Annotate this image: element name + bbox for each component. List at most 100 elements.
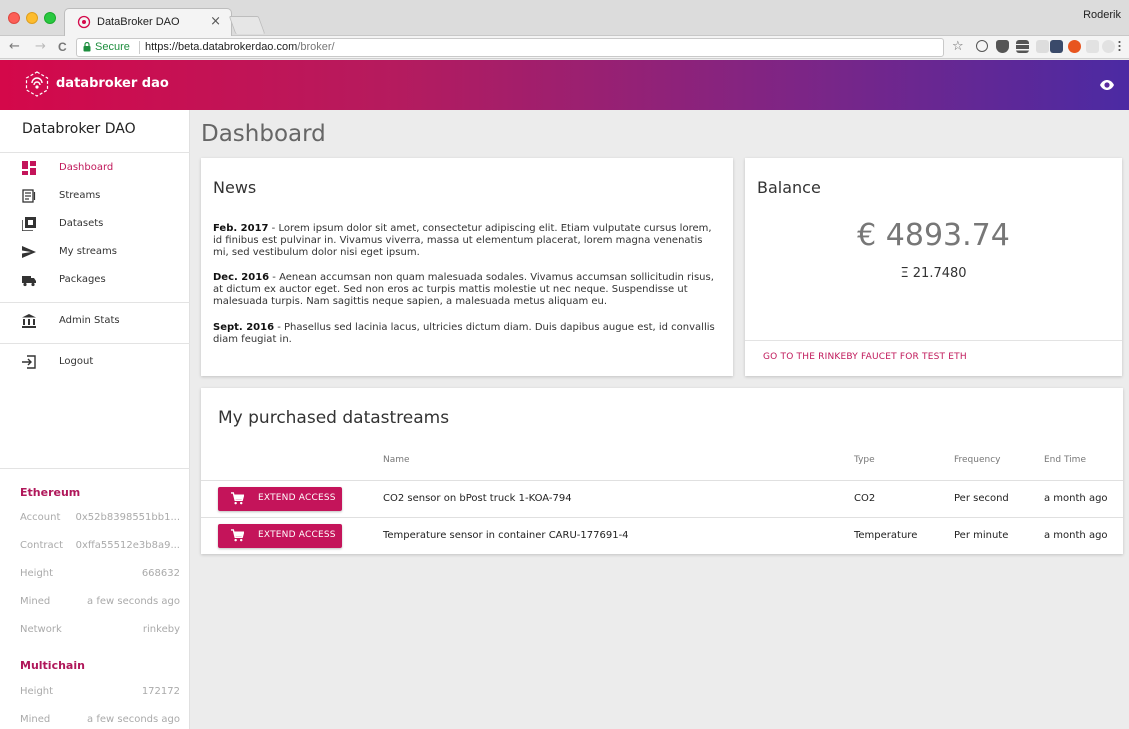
send-icon <box>22 246 36 258</box>
ethereum-heading: Ethereum <box>20 486 81 499</box>
news-date: Dec. 2016 <box>213 272 270 283</box>
news-date: Feb. 2017 <box>213 223 269 234</box>
eye-icon[interactable] <box>1099 77 1115 93</box>
sidebar-item-dashboard[interactable]: Dashboard <box>0 156 190 182</box>
sidebar-item-label: Dashboard <box>59 162 114 173</box>
databroker-favicon-icon <box>77 15 91 29</box>
close-window-button[interactable] <box>8 12 20 24</box>
qr-extension-icon[interactable] <box>1050 40 1063 53</box>
minimize-window-button[interactable] <box>26 12 38 24</box>
news-text: - Aenean accumsan non quam malesuada sod… <box>213 272 714 307</box>
url-text: https://beta.databrokerdao.com/broker/ <box>145 41 335 53</box>
column-header-end-time[interactable]: End Time <box>1044 455 1086 465</box>
maximize-window-button[interactable] <box>44 12 56 24</box>
profile-name[interactable]: Roderik <box>1083 9 1121 21</box>
secure-label: Secure <box>95 41 130 53</box>
sidebar-item-label: Logout <box>59 356 94 367</box>
sidebar-item-label: Admin Stats <box>59 315 120 326</box>
ghost-extension-icon[interactable] <box>1036 40 1049 53</box>
balance-title: Balance <box>757 178 821 197</box>
kv-key: Network <box>20 624 62 635</box>
app-header: databroker dao <box>0 60 1129 110</box>
browser-tab[interactable]: DataBroker DAO × <box>64 8 232 36</box>
sidebar-item-packages[interactable]: Packages <box>0 268 190 294</box>
streams-icon <box>22 189 36 203</box>
bookmark-star-icon[interactable]: ☆ <box>952 39 964 55</box>
multichain-heading: Multichain <box>20 659 85 672</box>
news-item: Feb. 2017 - Lorem ipsum dolor sit amet, … <box>213 223 719 259</box>
extend-access-label: EXTEND ACCESS <box>258 530 336 540</box>
logout-icon <box>22 355 36 369</box>
url-path: /broker/ <box>297 41 335 53</box>
purchased-title: My purchased datastreams <box>218 408 450 428</box>
truck-icon <box>22 276 36 287</box>
reload-button[interactable]: C <box>58 39 67 55</box>
menu-kebab-icon[interactable] <box>1118 40 1121 53</box>
sidebar-item-logout[interactable]: Logout <box>0 350 190 376</box>
p-extension-icon[interactable] <box>1068 40 1081 53</box>
sidebar-item-datasets[interactable]: Datasets <box>0 212 190 238</box>
browser-tab-bar: DataBroker DAO × Roderik <box>0 0 1129 36</box>
sidebar-divider <box>0 152 190 153</box>
triangle-extension-icon[interactable] <box>1086 40 1099 53</box>
drop-extension-icon[interactable] <box>1102 40 1115 53</box>
stream-name: CO2 sensor on bPost truck 1-KOA-794 <box>383 493 572 504</box>
extend-access-button[interactable]: EXTEND ACCESS <box>218 524 342 548</box>
pocket-extension-icon[interactable] <box>996 40 1009 53</box>
back-button[interactable]: ← <box>9 39 20 55</box>
column-header-name[interactable]: Name <box>383 455 410 465</box>
sidebar-item-my-streams[interactable]: My streams <box>0 240 190 266</box>
sidebar-item-streams[interactable]: Streams <box>0 184 190 210</box>
extend-access-button[interactable]: EXTEND ACCESS <box>218 487 342 511</box>
news-text: - Phasellus sed lacinia lacus, ultricies… <box>213 322 715 345</box>
datasets-icon <box>22 217 36 231</box>
sidebar: Databroker DAO Dashboard Streams Dataset… <box>0 110 190 729</box>
extension-info-icon[interactable] <box>976 40 988 52</box>
url-host: https://beta.databrokerdao.com <box>145 41 298 53</box>
sidebar-item-label: Streams <box>59 190 101 201</box>
address-bar[interactable]: Secure https://beta.databrokerdao.com/br… <box>76 38 944 57</box>
kv-key: Mined <box>20 714 51 725</box>
table-row: EXTEND ACCESS Temperature sensor in cont… <box>201 517 1123 554</box>
kv-value: a few seconds ago <box>87 714 180 725</box>
sidebar-divider <box>0 302 190 303</box>
ethereum-network-row: Network rinkeby <box>20 621 180 641</box>
news-item: Dec. 2016 - Aenean accumsan non quam mal… <box>213 272 719 308</box>
forward-button[interactable]: → <box>35 39 46 55</box>
url-separator <box>139 41 140 54</box>
column-header-type[interactable]: Type <box>854 455 875 465</box>
ethereum-mined-row: Mined a few seconds ago <box>20 593 180 613</box>
browser-toolbar: ← → C Secure https://beta.databrokerdao.… <box>0 36 1129 59</box>
databroker-logo-icon[interactable] <box>24 71 50 97</box>
news-title: News <box>213 178 257 197</box>
brand-name[interactable]: databroker dao <box>56 76 169 91</box>
rinkeby-faucet-link[interactable]: GO TO THE RINKEBY FAUCET FOR TEST ETH <box>763 352 967 362</box>
sidebar-item-label: Packages <box>59 274 106 285</box>
stack-extension-icon[interactable] <box>1016 40 1029 53</box>
balance-eur: € 4893.74 <box>857 218 1010 253</box>
ethereum-account-row: Account 0x52b8398551bb1... <box>20 509 180 529</box>
cart-icon <box>231 529 244 542</box>
stream-name: Temperature sensor in container CARU-177… <box>383 530 629 541</box>
news-text: - Lorem ipsum dolor sit amet, consectetu… <box>213 223 712 258</box>
tab-title: DataBroker DAO <box>97 16 180 28</box>
kv-value: 0xffa55512e3b8a9... <box>75 540 180 551</box>
kv-value: rinkeby <box>142 624 180 635</box>
tab-close-icon[interactable]: × <box>210 14 221 29</box>
stream-end-time: a month ago <box>1044 493 1108 504</box>
stream-type: CO2 <box>854 493 876 504</box>
new-tab-button[interactable] <box>228 16 266 34</box>
table-row: EXTEND ACCESS CO2 sensor on bPost truck … <box>201 480 1123 517</box>
sidebar-title: Databroker DAO <box>22 121 136 137</box>
sidebar-divider <box>0 343 190 344</box>
column-header-frequency[interactable]: Frequency <box>954 455 1001 465</box>
kv-value: a few seconds ago <box>87 596 180 607</box>
kv-value: 668632 <box>141 568 180 579</box>
news-item: Sept. 2016 - Phasellus sed lacinia lacus… <box>213 322 719 346</box>
multichain-height-row: Height 172172 <box>20 683 180 703</box>
sidebar-item-admin-stats[interactable]: Admin Stats <box>0 309 190 335</box>
kv-value: 0x52b8398551bb1... <box>75 512 180 523</box>
ethereum-contract-row: Contract 0xffa55512e3b8a9... <box>20 537 180 557</box>
extend-access-label: EXTEND ACCESS <box>258 493 336 503</box>
kv-key: Mined <box>20 596 51 607</box>
